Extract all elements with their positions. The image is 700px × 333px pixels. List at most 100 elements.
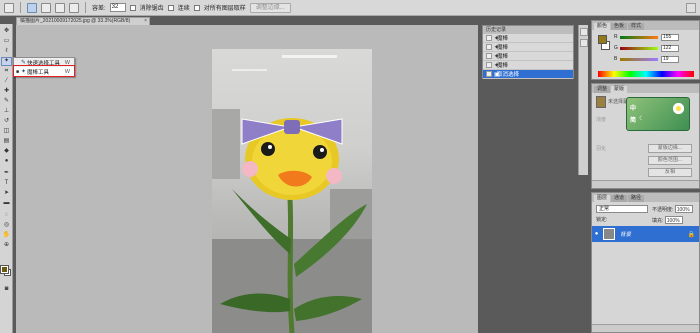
color-range-button[interactable]: 颜色范围... bbox=[648, 156, 692, 165]
tab-masks[interactable]: 蒙版 bbox=[611, 86, 628, 93]
tab-layers[interactable]: 图层 bbox=[594, 195, 611, 202]
tab-styles[interactable]: 样式 bbox=[628, 23, 645, 30]
blue-slider[interactable] bbox=[620, 57, 658, 61]
magic-wand-tool-icon[interactable]: ✦ bbox=[1, 57, 12, 66]
snapshot-box[interactable] bbox=[486, 62, 492, 68]
color-panel-tabs: 颜色 色板 样式 bbox=[592, 21, 699, 30]
history-panel-icon[interactable] bbox=[580, 28, 588, 36]
clone-stamp-icon[interactable]: ⊥ bbox=[2, 108, 11, 115]
tab-color[interactable]: 颜色 bbox=[594, 23, 611, 30]
marquee-tool-icon[interactable]: ▭ bbox=[2, 38, 11, 45]
quick-mask-icon[interactable]: ◙ bbox=[2, 286, 11, 293]
document-title: 橘猫图片_20210009172025.jpg @ 33.3%(RGB/8) bbox=[20, 18, 131, 24]
opacity-input[interactable]: 100% bbox=[674, 205, 693, 213]
actions-panel-icon[interactable] bbox=[580, 39, 588, 47]
layers-panel-tabs: 图层 通道 路径 bbox=[592, 193, 699, 202]
color-spectrum-bar[interactable] bbox=[598, 71, 694, 77]
red-slider-row: R 155 bbox=[614, 33, 679, 41]
crop-tool-icon[interactable]: ⌗ bbox=[2, 68, 11, 75]
ime-mode-text: 中 bbox=[630, 106, 637, 112]
zoom-tool-icon[interactable]: ⊕ bbox=[2, 242, 11, 249]
document-image[interactable] bbox=[212, 49, 372, 333]
tolerance-input[interactable]: 32 bbox=[109, 3, 126, 12]
snapshot-box[interactable] bbox=[486, 35, 492, 41]
antialias-checkbox[interactable] bbox=[129, 4, 136, 11]
snapshot-box[interactable] bbox=[486, 53, 492, 59]
move-tool-icon[interactable]: ✥ bbox=[2, 28, 11, 35]
magic-wand-icon: ✦ bbox=[494, 35, 500, 42]
refine-edge-button[interactable]: 调整边缘... bbox=[249, 2, 291, 13]
mask-edge-button[interactable]: 蒙版边缘... bbox=[648, 144, 692, 153]
path-select-icon[interactable]: ➤ bbox=[2, 190, 11, 197]
lasso-tool-icon[interactable]: ℓ bbox=[2, 48, 11, 55]
subtract-selection-icon[interactable] bbox=[55, 2, 65, 13]
type-tool-icon[interactable]: T bbox=[2, 180, 11, 187]
eyedropper-tool-icon[interactable]: ⁄ bbox=[2, 78, 11, 85]
panel-footer bbox=[592, 324, 699, 332]
ime-status-sticker[interactable]: 中 简 ☾ bbox=[626, 97, 690, 131]
tab-swatches[interactable]: 色板 bbox=[611, 23, 628, 30]
history-item[interactable]: ✦ 魔棒 bbox=[483, 34, 573, 43]
deselect-icon: ▣ bbox=[494, 71, 500, 78]
brush-tool-icon[interactable]: ✎ bbox=[2, 98, 11, 105]
flower-stem bbox=[287, 198, 295, 333]
lock-icon: 🔒 bbox=[687, 231, 695, 238]
eraser-tool-icon[interactable]: ◫ bbox=[2, 128, 11, 135]
red-value-input[interactable]: 155 bbox=[661, 33, 679, 41]
foreground-color-swatch[interactable] bbox=[0, 265, 9, 274]
history-item[interactable]: ✦ 魔棒 bbox=[483, 61, 573, 70]
snapshot-box[interactable] bbox=[486, 44, 492, 50]
dodge-tool-icon[interactable]: ● bbox=[2, 158, 11, 165]
new-selection-icon[interactable] bbox=[27, 2, 37, 13]
magic-wand-icon: ✦ bbox=[494, 62, 500, 69]
magic-wand-icon: ✦ bbox=[494, 53, 500, 60]
invert-button[interactable]: 反相 bbox=[648, 168, 692, 177]
history-item[interactable]: ✦ 魔棒 bbox=[483, 52, 573, 61]
3d-camera-icon[interactable]: ◎ bbox=[2, 222, 11, 229]
blend-mode-select[interactable]: 正常 bbox=[596, 205, 648, 213]
fill-control: 填充: 100% bbox=[652, 216, 683, 225]
contiguous-label: 连续 bbox=[177, 6, 190, 12]
feather-label: 羽化 bbox=[596, 146, 607, 152]
green-slider-row: G 122 bbox=[614, 44, 679, 52]
left-eye bbox=[261, 142, 275, 156]
document-tab[interactable]: 橘猫图片_20210009172025.jpg @ 33.3%(RGB/8) × bbox=[16, 17, 150, 25]
add-selection-icon[interactable] bbox=[41, 2, 51, 13]
fill-input[interactable]: 100% bbox=[664, 216, 683, 224]
contiguous-checkbox[interactable] bbox=[167, 4, 174, 11]
history-item-selected[interactable]: ▣ 取消选择 bbox=[483, 70, 573, 79]
red-slider[interactable] bbox=[620, 35, 658, 39]
history-panel: 历史记录 ✦ 魔棒 ✦ 魔棒 ✦ 魔棒 ✦ 魔棒 ▣ 取消选择 bbox=[482, 25, 574, 79]
layers-panel: 图层 通道 路径 正常 不透明度: 100% 锁定: 填充: 100% ● 背景… bbox=[591, 192, 700, 333]
intersect-selection-icon[interactable] bbox=[69, 2, 79, 13]
pen-tool-icon[interactable]: ✒ bbox=[2, 170, 11, 177]
eye-highlight bbox=[268, 145, 272, 149]
opacity-control: 不透明度: 100% bbox=[652, 205, 693, 214]
tab-adjustments[interactable]: 调整 bbox=[594, 86, 611, 93]
hand-tool-icon[interactable]: ✋ bbox=[2, 232, 11, 239]
green-slider[interactable] bbox=[620, 46, 658, 50]
visibility-eye-icon[interactable]: ● bbox=[592, 231, 601, 237]
foreground-color-swatch[interactable] bbox=[598, 35, 607, 44]
3d-rotate-icon[interactable]: ◌ bbox=[2, 212, 11, 219]
tab-channels[interactable]: 通道 bbox=[611, 195, 628, 202]
close-icon[interactable]: × bbox=[144, 18, 147, 25]
tools-panel: ✥ ▭ ℓ ✦ ⌗ ⁄ ✚ ✎ ⊥ ↺ ◫ ▤ ◆ ● ✒ T ➤ ▬ ◌ ◎ … bbox=[0, 24, 13, 333]
blue-value-input[interactable]: 19 bbox=[661, 55, 679, 63]
shape-tool-icon[interactable]: ▬ bbox=[2, 200, 11, 207]
green-value-input[interactable]: 122 bbox=[661, 44, 679, 52]
snapshot-box[interactable] bbox=[486, 71, 492, 77]
divider bbox=[85, 2, 86, 13]
history-item[interactable]: ✦ 魔棒 bbox=[483, 43, 573, 52]
workspace-icon[interactable] bbox=[686, 3, 696, 13]
gradient-tool-icon[interactable]: ▤ bbox=[2, 138, 11, 145]
blur-tool-icon[interactable]: ◆ bbox=[2, 148, 11, 155]
healing-tool-icon[interactable]: ✚ bbox=[2, 88, 11, 95]
collapsed-panel-dock bbox=[578, 25, 588, 175]
options-bar: 容差: 32 消除锯齿 连续 对所有图层取样 调整边缘... bbox=[0, 0, 700, 16]
tab-paths[interactable]: 路径 bbox=[628, 195, 645, 202]
tool-preset-icon[interactable] bbox=[4, 2, 14, 13]
sample-all-layers-checkbox[interactable] bbox=[193, 4, 200, 11]
history-brush-icon[interactable]: ↺ bbox=[2, 118, 11, 125]
layer-row-background[interactable]: ● 背景 🔒 bbox=[592, 226, 699, 242]
